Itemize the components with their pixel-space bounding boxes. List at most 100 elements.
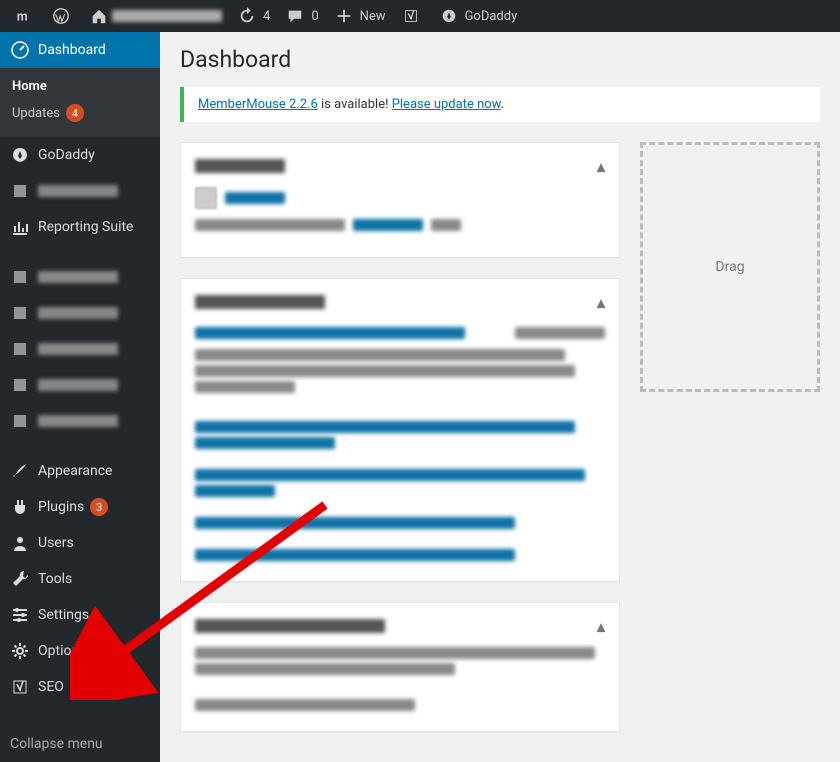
updates-item-label: 4 [263, 9, 270, 24]
news-text-blurred [195, 381, 295, 393]
home-icon [90, 7, 108, 25]
pages-count-blurred[interactable] [225, 192, 285, 204]
theme-link-blurred[interactable] [353, 219, 423, 231]
godaddy-item-label: GoDaddy [465, 9, 518, 24]
news-link-blurred[interactable] [195, 517, 515, 529]
sidebar-item-dashboard[interactable]: Dashboard [0, 32, 160, 68]
notice-plugin-link[interactable]: MemberMouse 2.2.6 [198, 97, 318, 112]
widget-yoast-overview: ▴ [180, 602, 620, 732]
sidebar-subitem-updates[interactable]: Updates4 [0, 99, 160, 127]
generic-icon [10, 339, 30, 359]
sidebar-subitem-home[interactable]: Home [0, 74, 160, 99]
site-home[interactable] [82, 0, 230, 32]
new-item-label: New [360, 9, 386, 24]
news-link-blurred[interactable] [195, 437, 335, 449]
sidebar-item-tools[interactable]: Tools [0, 561, 160, 597]
page-title: Dashboard [180, 46, 820, 73]
refresh-icon [238, 7, 256, 25]
notice-mid-text: is available! [318, 97, 392, 112]
new-item[interactable]: New [327, 0, 394, 32]
sidebar-item-options[interactable]: Options [0, 633, 160, 669]
admin-bar: m 4 0 New GoDaddy [0, 0, 840, 32]
sidebar-item-appearance[interactable]: Appearance [0, 453, 160, 489]
widget-title-blurred [195, 159, 285, 173]
sidebar-item-seo[interactable]: SEO [0, 669, 160, 705]
dropzone-text: Drag [715, 259, 744, 275]
sidebar-item-users[interactable]: Users [0, 525, 160, 561]
sidebar-item-downloads[interactable] [0, 403, 160, 439]
generic-icon [10, 303, 30, 323]
m-icon: m [14, 7, 32, 25]
site-name-blurred [112, 10, 222, 22]
sidebar-item-pages[interactable] [0, 295, 160, 331]
wp-icon [52, 7, 70, 25]
sidebar-item-label: Appearance [38, 463, 112, 479]
dashboard-icon [10, 40, 30, 60]
sidebar-item-label: GoDaddy [38, 147, 95, 163]
news-link-blurred[interactable] [195, 549, 515, 561]
godaddy-icon [440, 7, 458, 25]
sidebar-item-label: Settings [38, 607, 89, 623]
updates-item[interactable]: 4 [230, 0, 278, 32]
yoast-text-blurred [195, 647, 595, 659]
sidebar-item-label: Tools [38, 571, 72, 587]
svg-text:m: m [17, 10, 28, 25]
comments-item[interactable]: 0 [278, 0, 326, 32]
news-link-blurred[interactable] [195, 421, 575, 433]
generic-icon [10, 375, 30, 395]
news-date-blurred [515, 327, 605, 339]
badge: 3 [90, 498, 108, 516]
widget-toggle-icon[interactable]: ▴ [597, 293, 605, 312]
sidebar-label-blurred [38, 343, 118, 355]
widget-title-blurred [195, 295, 325, 309]
yoast-item[interactable] [394, 0, 432, 32]
notice-update-link[interactable]: Please update now [392, 97, 501, 112]
comments-item-label: 0 [311, 9, 318, 24]
sidebar-submenu-dashboard: HomeUpdates4 [0, 68, 160, 137]
collapse-label: Collapse menu [10, 736, 103, 752]
sidebar-item-plugins[interactable]: Plugins3 [0, 489, 160, 525]
sidebar-item-label: Options [38, 643, 86, 659]
yoast-icon [402, 7, 420, 25]
sidebar-item-settings[interactable]: Settings [0, 597, 160, 633]
widget-godaddy-news: ▴ [180, 278, 620, 582]
sidebar-label-blurred [38, 415, 118, 427]
godaddy-icon [10, 145, 30, 165]
widget-toggle-icon[interactable]: ▴ [597, 157, 605, 176]
sidebar-item-modules[interactable] [0, 331, 160, 367]
sliders-icon [10, 605, 30, 625]
m-menu-icon[interactable]: m [6, 0, 44, 32]
gear-icon [10, 641, 30, 661]
generic-icon [10, 411, 30, 431]
plus-icon [335, 7, 353, 25]
news-link-blurred[interactable] [195, 469, 585, 481]
widget-dropzone[interactable]: Drag [640, 142, 820, 392]
sidebar-item-reporting[interactable]: Reporting Suite [0, 209, 160, 245]
text-blurred [431, 219, 461, 231]
widget-toggle-icon[interactable]: ▴ [597, 617, 605, 636]
brush-icon [10, 461, 30, 481]
dashboard-columns: ▴ ▴ [180, 142, 820, 732]
godaddy-item[interactable]: GoDaddy [432, 0, 526, 32]
yoast-text-blurred [195, 663, 455, 675]
sidebar-item-label: Users [38, 535, 74, 551]
main-content: Dashboard MemberMouse 2.2.6 is available… [160, 32, 840, 762]
sidebar-item-membermouse[interactable] [0, 173, 160, 209]
sidebar-item-label: Reporting Suite [38, 219, 133, 235]
generic-icon [10, 181, 30, 201]
wrench-icon [10, 569, 30, 589]
sidebar-item-bonuses[interactable] [0, 367, 160, 403]
sidebar-label-blurred [38, 307, 118, 319]
widget-title-blurred [195, 619, 385, 633]
collapse-menu[interactable]: Collapse menu [0, 726, 160, 762]
sidebar-item-godaddy[interactable]: GoDaddy [0, 137, 160, 173]
generic-icon [10, 267, 30, 287]
chart-icon [10, 217, 30, 237]
user-icon [10, 533, 30, 553]
news-link-blurred[interactable] [195, 327, 465, 339]
admin-sidebar: DashboardHomeUpdates4GoDaddyReporting Su… [0, 32, 160, 762]
sidebar-label-blurred [38, 379, 118, 391]
news-link-blurred[interactable] [195, 485, 275, 497]
sidebar-item-media[interactable] [0, 259, 160, 295]
wordpress-icon[interactable] [44, 0, 82, 32]
